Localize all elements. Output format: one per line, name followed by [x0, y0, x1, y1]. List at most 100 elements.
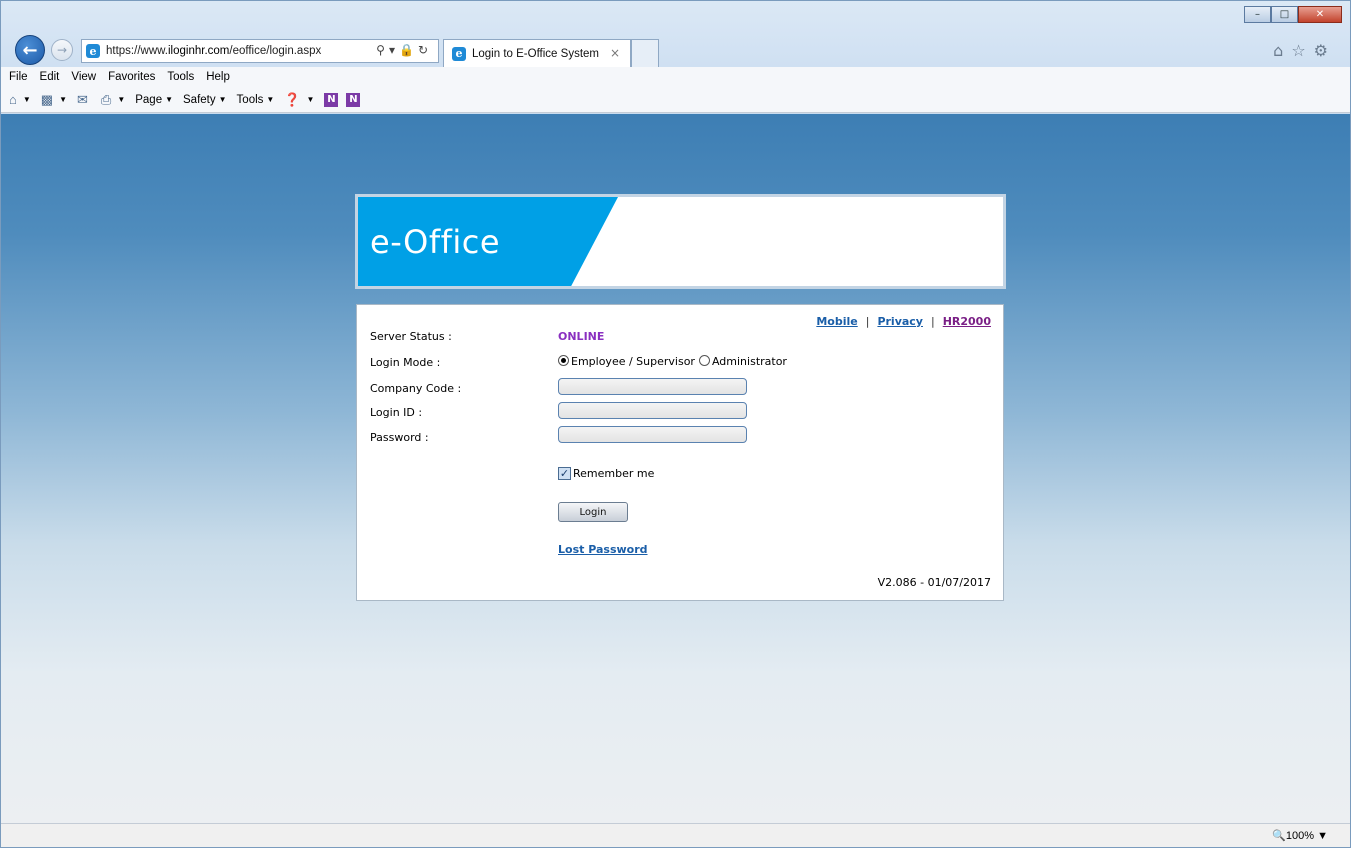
password-label: Password :	[370, 431, 429, 444]
chevron-down-icon: ▼	[218, 95, 227, 104]
page-menu[interactable]: Page ▼	[135, 94, 173, 106]
tools-menu[interactable]: Tools ▼	[237, 94, 275, 106]
command-bar: ⌂ ▼ ▩ ▼ ✉ ⎙ ▼ Page ▼ Safety ▼ Tools ▼ ❓ ▼ N N	[1, 87, 1350, 113]
login-id-input[interactable]	[558, 402, 747, 419]
forward-arrow-icon: →	[56, 43, 68, 57]
forward-button[interactable]: →	[51, 39, 73, 61]
search-icon[interactable]: ⚲	[376, 43, 389, 57]
back-arrow-icon: ←	[22, 39, 38, 61]
menu-help[interactable]: Help	[206, 71, 230, 83]
maximize-icon: □	[1279, 9, 1290, 20]
top-links: Mobile | Privacy | HR2000	[816, 315, 991, 328]
rss-feed-icon: ▩	[40, 91, 54, 107]
eoffice-banner: e-Office	[355, 194, 1006, 289]
link-separator: |	[930, 315, 935, 328]
chevron-down-icon: ▼	[1317, 830, 1328, 842]
address-tools: ⚲▾🔒↻	[376, 43, 432, 57]
tab-login[interactable]: e Login to E-Office System ×	[443, 39, 631, 67]
version-text: V2.086 - 01/07/2017	[877, 576, 991, 589]
home-button[interactable]: ⌂ ▼	[9, 92, 31, 107]
chevron-down-icon: ▼	[117, 95, 126, 104]
radio-administrator[interactable]	[698, 355, 710, 366]
help-icon: ❓	[284, 91, 301, 107]
maximize-button[interactable]: □	[1271, 6, 1298, 23]
server-status-value: ONLINE	[558, 330, 605, 343]
address-text[interactable]: https://www.iloginhr.com/eoffice/login.a…	[106, 45, 321, 57]
mobile-link[interactable]: Mobile	[816, 315, 857, 328]
chevron-down-icon: ▼	[306, 95, 315, 104]
remember-me-label: Remember me	[573, 467, 655, 480]
radio-employee-supervisor-label: Employee / Supervisor	[571, 355, 695, 368]
chevron-down-icon: ▼	[59, 95, 67, 104]
checkmark-icon: ✓	[559, 467, 570, 480]
close-icon: ✕	[1315, 9, 1325, 20]
dropdown-icon[interactable]: ▾	[389, 43, 399, 57]
page-menu-label: Page	[135, 93, 163, 106]
login-id-label: Login ID :	[370, 406, 423, 419]
company-code-input[interactable]	[558, 378, 747, 395]
menu-view[interactable]: View	[71, 71, 96, 83]
browser-window: ← → e https://www.iloginhr.com/eoffice/l…	[0, 0, 1351, 848]
tab-close-icon[interactable]: ×	[610, 46, 620, 60]
login-panel: Mobile | Privacy | HR2000 Server Status : ON…	[356, 304, 1004, 601]
login-mode-options: Employee / Supervisor Administrator	[558, 355, 791, 368]
menu-edit[interactable]: Edit	[40, 71, 60, 83]
safety-menu[interactable]: Safety ▼	[183, 94, 227, 106]
zoom-level: 100%	[1285, 830, 1315, 842]
site-favicon-icon: e	[86, 44, 100, 58]
address-bar[interactable]: e https://www.iloginhr.com/eoffice/login…	[81, 39, 439, 63]
mail-button[interactable]: ✉	[77, 92, 91, 108]
password-input[interactable]	[558, 426, 747, 443]
privacy-link[interactable]: Privacy	[877, 315, 923, 328]
chevron-down-icon: ▼	[165, 95, 174, 104]
print-button[interactable]: ⎙ ▼	[101, 92, 125, 108]
zoom-icon: 🔍	[1272, 830, 1286, 842]
back-button[interactable]: ←	[15, 35, 45, 65]
safety-menu-label: Safety	[183, 93, 216, 106]
url-path: /eoffice/login.aspx	[229, 45, 322, 57]
tab-favicon-icon: e	[452, 46, 466, 61]
status-bar: 🔍100% ▼	[1, 823, 1350, 847]
tab-title: Login to E-Office System	[472, 47, 599, 60]
help-button[interactable]: ❓ ▼	[284, 92, 314, 108]
onenote-linked-icon[interactable]: N	[346, 92, 361, 107]
tools-menu-label: Tools	[236, 93, 264, 106]
window-controls: – □ ✕	[1244, 6, 1342, 23]
url-host: iloginhr.com	[168, 45, 230, 57]
radio-employee-supervisor[interactable]	[558, 355, 569, 366]
browser-nav-icons: ⌂☆⚙	[1273, 41, 1336, 60]
menu-tools[interactable]: Tools	[167, 71, 194, 83]
address-row: ← → e https://www.iloginhr.com/eoffice/l…	[1, 1, 1350, 67]
home-icon[interactable]: ⌂	[1273, 41, 1291, 60]
onenote-icon[interactable]: N	[324, 92, 339, 107]
page-content: e-Office Mobile | Privacy | HR2000 Server St…	[1, 114, 1350, 823]
mail-icon: ✉	[77, 91, 88, 107]
hr2000-link[interactable]: HR2000	[943, 315, 991, 328]
menu-favorites[interactable]: Favorites	[108, 71, 155, 83]
banner-title: e-Office	[370, 223, 501, 261]
server-status-label: Server Status :	[370, 330, 452, 343]
lost-password-link[interactable]: Lost Password	[558, 543, 648, 556]
menu-bar: File Edit View Favorites Tools Help	[1, 67, 1350, 87]
close-button[interactable]: ✕	[1298, 6, 1342, 23]
menu-file[interactable]: File	[9, 71, 28, 83]
login-mode-label: Login Mode :	[370, 356, 441, 369]
remember-me[interactable]: ✓ Remember me	[558, 467, 654, 480]
print-icon: ⎙	[100, 91, 112, 107]
link-separator: |	[865, 315, 870, 328]
url-prefix: https://www.	[106, 45, 168, 57]
refresh-icon[interactable]: ↻	[418, 43, 432, 57]
new-tab-button[interactable]	[631, 39, 659, 67]
favorites-star-icon[interactable]: ☆	[1291, 41, 1313, 60]
settings-gear-icon[interactable]: ⚙	[1314, 41, 1336, 60]
chevron-down-icon: ▼	[266, 95, 275, 104]
remember-me-checkbox[interactable]: ✓	[558, 467, 571, 480]
radio-administrator-label: Administrator	[711, 355, 787, 368]
lock-icon[interactable]: 🔒	[399, 43, 418, 57]
minimize-button[interactable]: –	[1244, 6, 1271, 23]
login-button[interactable]: Login	[558, 502, 628, 522]
minimize-icon: –	[1255, 9, 1260, 20]
chevron-down-icon: ▼	[22, 95, 31, 104]
feeds-button[interactable]: ▩ ▼	[41, 92, 67, 108]
zoom-control[interactable]: 🔍100% ▼	[1272, 829, 1328, 842]
